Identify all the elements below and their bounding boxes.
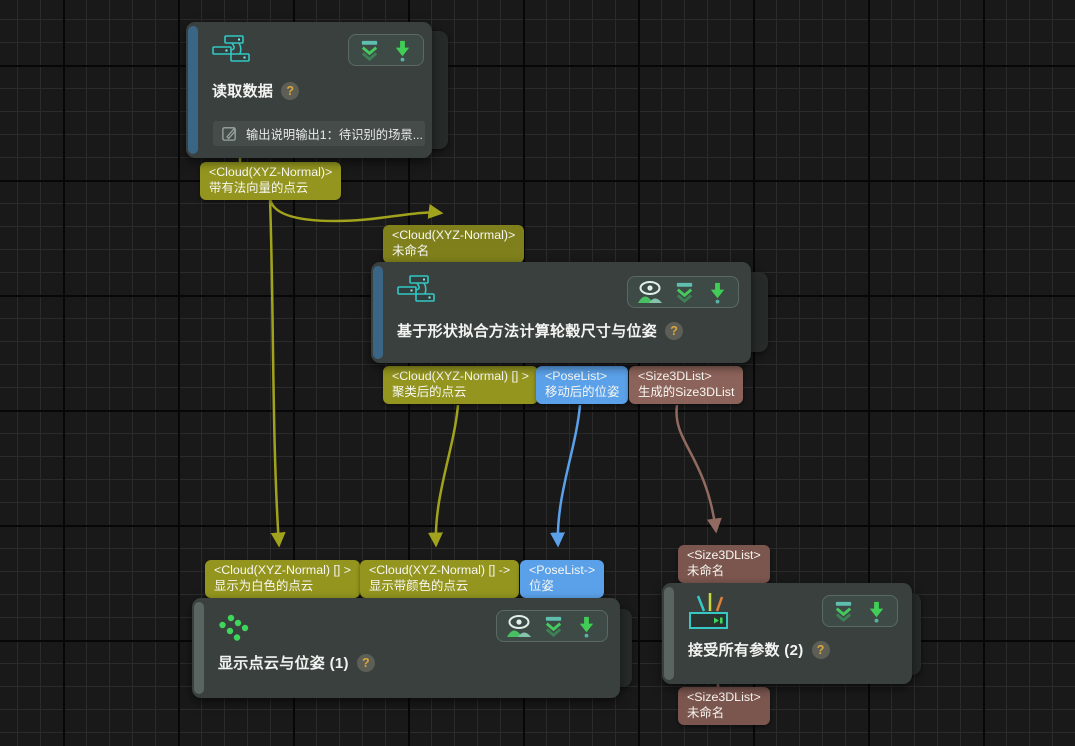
node-title-row: 读取数据 ? [212,80,299,101]
node-read-data[interactable]: 读取数据 ? 输出说明输出1：待识别的场景... [186,22,432,158]
node-title-row: 接受所有参数 (2) ? [688,639,830,660]
download-icon[interactable] [391,39,414,62]
port-name: 显示带颜色的点云 [369,579,510,595]
port-name: 未命名 [687,706,761,722]
node-title: 接受所有参数 (2) [688,639,804,660]
node-toolbar [348,34,424,66]
port-name: 聚类后的点云 [392,385,529,401]
collapse-icon[interactable] [673,281,696,304]
node-title: 基于形状拟合方法计算轮毂尺寸与位姿 [397,320,657,341]
help-badge[interactable]: ? [281,82,299,100]
edge-cloud-to-white-cloud[interactable] [270,198,279,545]
port-name: 显示为白色的点云 [214,579,351,595]
help-badge[interactable]: ? [812,641,830,659]
port-type: <Size3DList> [638,369,734,385]
node-title: 显示点云与位姿 (1) [218,652,349,673]
collapse-icon[interactable] [542,615,565,638]
port-clustered-cloud[interactable]: <Cloud(XYZ-Normal) [] > 聚类后的点云 [383,366,538,404]
port-fit-input-unnamed[interactable]: <Cloud(XYZ-Normal)> 未命名 [383,225,524,263]
port-name: 位姿 [529,579,595,595]
port-accept-input-unnamed[interactable]: <Size3DList> 未命名 [678,545,770,583]
port-name: 未命名 [687,564,761,580]
edge-clustered-to-colored-cloud[interactable] [436,405,458,545]
node-accept-params[interactable]: 接受所有参数 (2) ? [662,583,912,684]
node-toolbar [627,276,739,308]
port-type: <Size3DList> [687,548,761,564]
collapse-icon[interactable] [832,600,855,623]
node-shape-fit[interactable]: 基于形状拟合方法计算轮毂尺寸与位姿 ? [371,262,751,363]
procedure-icon [397,275,437,302]
help-badge[interactable]: ? [665,322,683,340]
node-graph-canvas[interactable]: <Cloud(XYZ-Normal)> 带有法向量的点云 <Cloud(XYZ-… [0,0,1075,746]
edge-poselist-to-pose[interactable] [558,405,580,545]
collapse-icon[interactable] [358,39,381,62]
help-badge[interactable]: ? [357,654,375,672]
download-icon[interactable] [706,281,729,304]
node-type-stripe [194,602,204,694]
receiver-icon [688,591,730,633]
edit-icon [221,125,238,142]
port-type: <Cloud(XYZ-Normal)> [209,165,332,181]
visualize-icon[interactable] [637,280,663,304]
output-description-field[interactable]: 输出说明输出1：待识别的场景... [213,121,425,146]
download-icon[interactable] [575,615,598,638]
port-pose[interactable]: <PoseList-> 位姿 [520,560,604,598]
node-title: 读取数据 [212,80,273,101]
visualize-icon[interactable] [506,614,532,638]
port-colored-cloud[interactable]: <Cloud(XYZ-Normal) [] -> 显示带颜色的点云 [360,560,519,598]
procedure-icon [212,35,252,62]
node-type-stripe [664,587,674,680]
node-toolbar [496,610,608,642]
node-type-stripe [188,26,198,154]
port-name: 未命名 [392,244,515,260]
node-type-stripe [373,266,383,359]
port-type: <Size3DList> [687,690,761,706]
port-white-cloud[interactable]: <Cloud(XYZ-Normal) [] > 显示为白色的点云 [205,560,360,598]
port-type: <Cloud(XYZ-Normal) [] > [214,563,351,579]
download-icon[interactable] [865,600,888,623]
port-type: <PoseList-> [529,563,595,579]
port-cloud-with-normals[interactable]: <Cloud(XYZ-Normal)> 带有法向量的点云 [200,162,341,200]
point-cloud-icon [218,613,250,641]
node-toolbar [822,595,898,627]
output-description-text: 输出说明输出1：待识别的场景... [246,125,423,143]
port-name: 带有法向量的点云 [209,181,332,197]
port-type: <Cloud(XYZ-Normal)> [392,228,515,244]
port-moved-poses[interactable]: <PoseList> 移动后的位姿 [536,366,628,404]
port-generated-size3dlist[interactable]: <Size3DList> 生成的Size3DList [629,366,743,404]
port-type: <Cloud(XYZ-Normal) [] -> [369,563,510,579]
edge-size3dlist-to-unnamed[interactable] [677,405,716,531]
node-title-row: 显示点云与位姿 (1) ? [218,652,375,673]
port-name: 生成的Size3DList [638,385,734,401]
node-title-row: 基于形状拟合方法计算轮毂尺寸与位姿 ? [397,320,683,341]
node-show-cloud-pose[interactable]: 显示点云与位姿 (1) ? [192,598,620,698]
port-type: <Cloud(XYZ-Normal) [] > [392,369,529,385]
edge-cloud-to-unnamed[interactable] [270,198,441,221]
port-accept-output-unnamed[interactable]: <Size3DList> 未命名 [678,687,770,725]
port-name: 移动后的位姿 [545,385,619,401]
port-type: <PoseList> [545,369,619,385]
